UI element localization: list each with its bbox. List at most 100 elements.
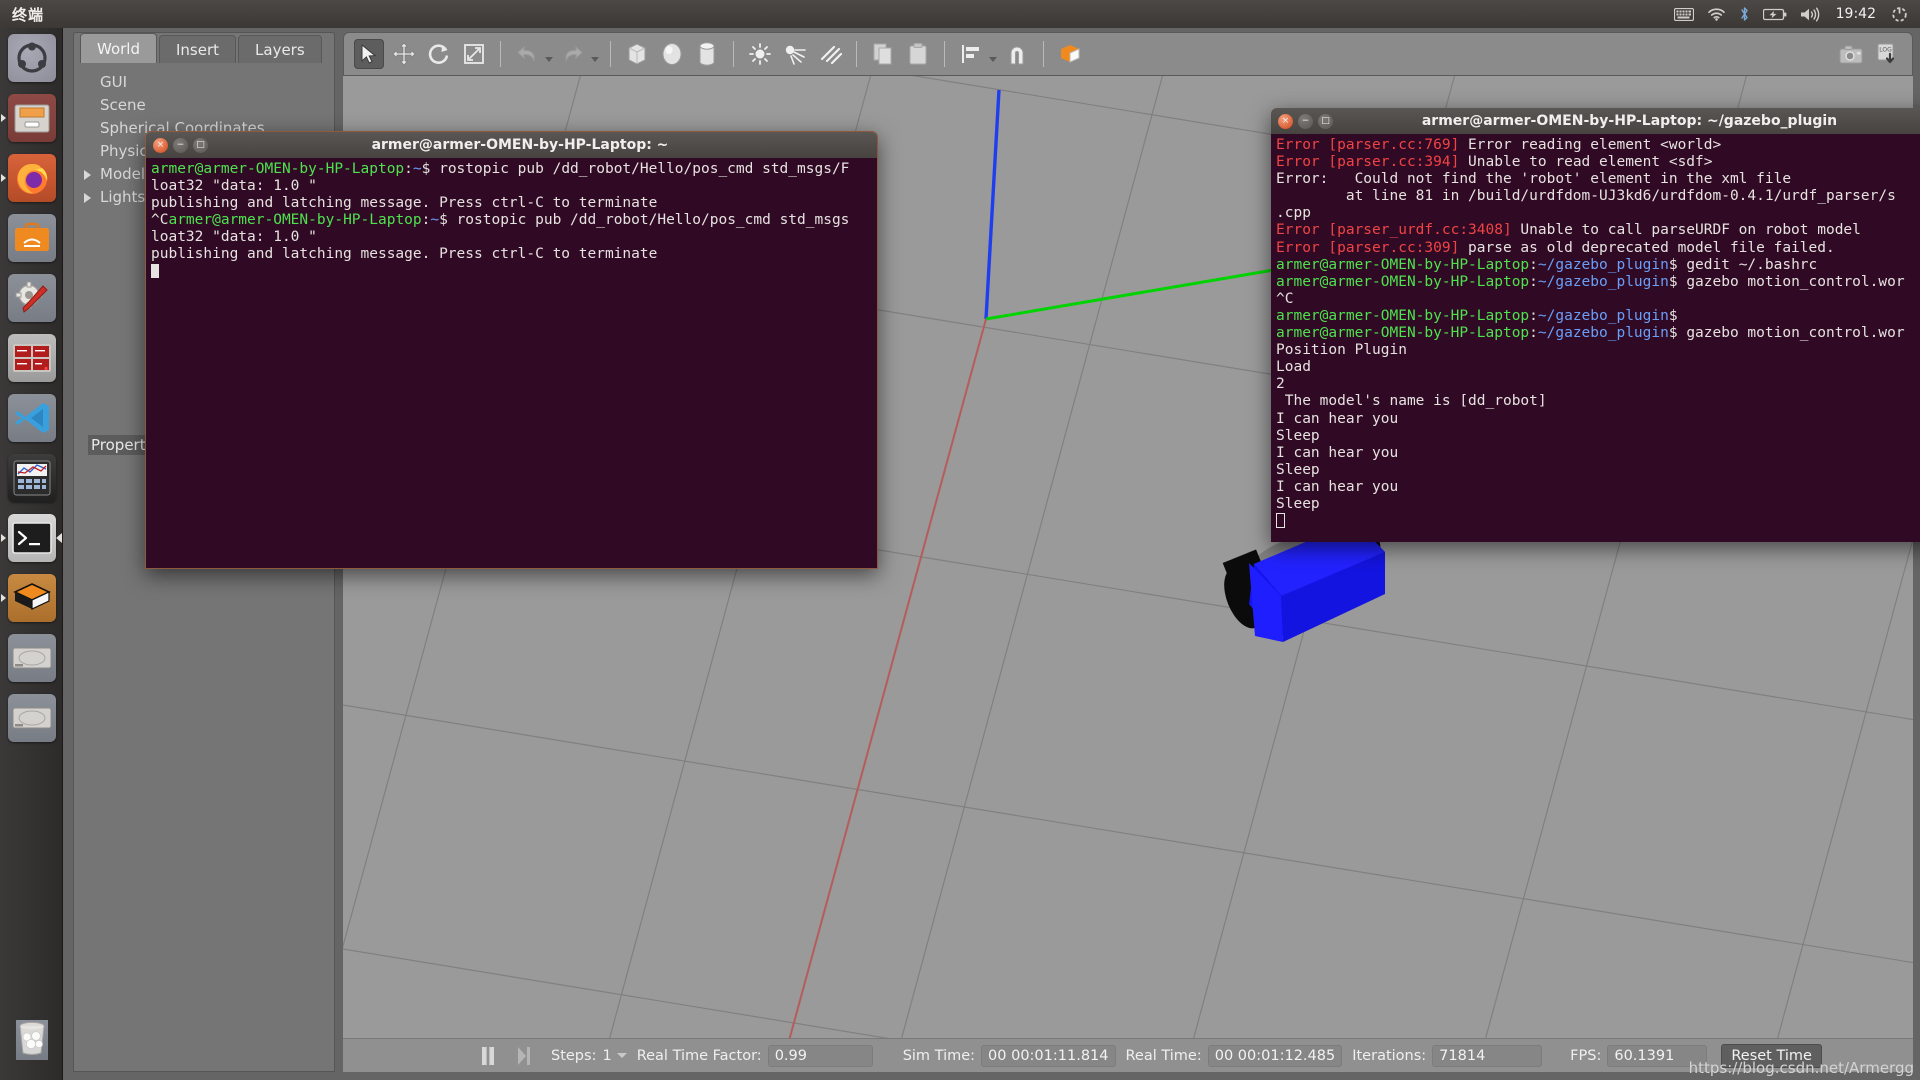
terminal-line: loat32 "data: 1.0 " [151,178,317,195]
terminal-line: I can hear you [1276,444,1399,461]
real-time-label: Real Time: [1125,1047,1202,1064]
volume-icon[interactable] [1800,7,1821,22]
scale-icon[interactable] [459,39,489,69]
tab-layers[interactable]: Layers [238,35,322,63]
terminal-line: publishing and latching message. Press c… [151,195,658,212]
step-forward-icon[interactable] [517,1046,531,1065]
real-time-factor-value: 0.99 [767,1044,873,1067]
hard-disk-icon [12,707,51,729]
power-gear-icon[interactable] [1891,6,1908,23]
top-panel-app-name[interactable]: 终端 [12,4,44,25]
terminal-window-home[interactable]: × − □ armer@armer-OMEN-by-HP-Laptop: ~ a… [145,131,878,569]
copy-icon[interactable] [868,39,898,69]
launcher-item-disk-2[interactable] [0,688,63,748]
translate-icon[interactable] [389,39,419,69]
steps-label: Steps: [551,1047,597,1064]
tab-world[interactable]: World [80,33,157,63]
terminal-titlebar[interactable]: × − □ armer@armer-OMEN-by-HP-Laptop: ~/g… [1271,108,1920,134]
launcher-item-trash[interactable] [0,1010,63,1070]
terminal-line: loat32 "data: 1.0 " [151,229,317,246]
real-time-factor-label: Real Time Factor: [636,1047,762,1064]
launcher-item-settings[interactable] [0,268,63,328]
undo-dropdown-icon[interactable] [545,56,553,62]
wifi-icon[interactable] [1707,7,1726,21]
clock[interactable]: 19:42 [1834,6,1878,22]
chevron-right-icon[interactable] [84,193,91,203]
snap-icon[interactable] [1002,39,1032,69]
terminal-line: armer@armer-OMEN-by-HP-Laptop:~$ rostopi… [151,161,850,177]
briefcase-icon [14,222,49,251]
directional-light-icon[interactable] [815,39,845,69]
fps-label: FPS: [1570,1047,1602,1064]
close-icon[interactable]: × [1278,113,1293,129]
maximize-icon[interactable]: □ [193,137,208,153]
launcher-item-red-app[interactable] [0,328,63,388]
tab-insert[interactable]: Insert [159,35,237,63]
terminal-output[interactable]: Error [parser.cc:769] Error reading elem… [1271,134,1920,542]
terminal-cursor [151,263,872,281]
launcher-item-vscode[interactable] [0,388,63,448]
running-indicator-icon [1,114,6,122]
bluetooth-icon[interactable] [1739,6,1750,22]
launcher-item-files[interactable] [0,88,63,148]
align-dropdown-icon[interactable] [989,56,997,62]
close-icon[interactable]: × [153,137,168,153]
steps-value[interactable]: 1 [602,1048,611,1064]
battery-icon[interactable] [1762,8,1787,21]
launcher-item-terminal[interactable] [0,508,63,568]
launcher-item-gazebo[interactable] [0,568,63,628]
terminal-title: armer@armer-OMEN-by-HP-Laptop: ~/gazebo_… [1421,113,1838,129]
log-record-icon[interactable]: LOG [1872,39,1902,69]
steps-dropdown-icon[interactable] [616,1053,627,1058]
undo-icon[interactable] [512,39,542,69]
cylinder-icon[interactable] [692,39,722,69]
terminal-line: armer@armer-OMEN-by-HP-Laptop:~/gazebo_p… [1276,307,1678,324]
tree-item-gui[interactable]: GUI [100,71,334,94]
launcher-item-amazon[interactable] [0,208,63,268]
toolbar-separator [1043,41,1044,67]
redo-icon[interactable] [558,39,588,69]
minimize-icon[interactable]: − [173,137,188,153]
redo-dropdown-icon[interactable] [591,56,599,62]
launcher-item-matlab[interactable] [0,448,63,508]
terminal-line: The model's name is [dd_robot] [1276,393,1547,410]
terminal-output[interactable]: armer@armer-OMEN-by-HP-Laptop:~$ rostopi… [146,158,877,568]
sim-time-label: Sim Time: [902,1047,976,1064]
sphere-icon[interactable] [657,39,687,69]
terminal-title: armer@armer-OMEN-by-HP-Laptop: ~ [371,137,669,153]
toolbar-separator [856,41,857,67]
launcher-item-firefox[interactable] [0,148,63,208]
tree-item-scene[interactable]: Scene [100,94,334,117]
align-icon[interactable] [956,39,986,69]
hard-disk-icon [12,647,51,669]
terminal-line: ^C [1276,290,1294,307]
focused-indicator-icon [56,533,62,543]
box-icon[interactable] [622,39,652,69]
paste-icon[interactable] [903,39,933,69]
spot-light-icon[interactable] [780,39,810,69]
keyboard-icon[interactable] [1673,7,1694,21]
view-cube-icon[interactable] [1055,39,1085,69]
pause-icon[interactable] [481,1046,495,1065]
terminal-line: I can hear you [1276,478,1399,495]
point-light-icon[interactable] [745,39,775,69]
chevron-right-icon[interactable] [84,170,91,180]
terminal-line: armer@armer-OMEN-by-HP-Laptop:~/gazebo_p… [1276,273,1905,290]
rotate-icon[interactable] [424,39,454,69]
terminal-titlebar[interactable]: × − □ armer@armer-OMEN-by-HP-Laptop: ~ [146,132,877,158]
screenshot-camera-icon[interactable] [1836,39,1866,69]
select-arrow-icon[interactable] [354,39,384,69]
minimize-icon[interactable]: − [1298,113,1313,129]
calculator-plot-icon [13,460,50,496]
vscode-icon [14,403,49,433]
iterations-label: Iterations: [1352,1047,1427,1064]
terminal-window-gazebo-plugin[interactable]: × − □ armer@armer-OMEN-by-HP-Laptop: ~/g… [1271,108,1920,542]
terminal-line: armer@armer-OMEN-by-HP-Laptop:~/gazebo_p… [1276,256,1818,273]
launcher-item-disk-1[interactable] [0,628,63,688]
terminal-line: Sleep [1276,427,1320,444]
terminal-line: .cpp [1276,205,1311,222]
launcher-item-ubuntu-dash[interactable] [0,28,63,88]
toolbar-separator [500,41,501,67]
terminal-line: I can hear you [1276,410,1399,427]
maximize-icon[interactable]: □ [1318,113,1333,129]
